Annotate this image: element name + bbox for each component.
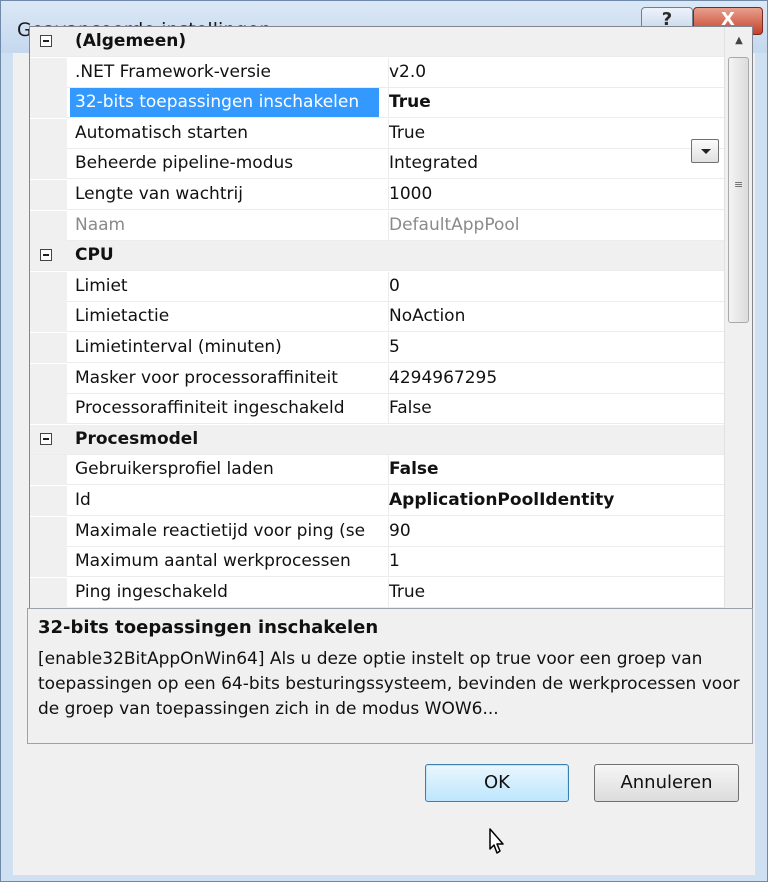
property-row[interactable]: Lengte van wachtrij 1000	[30, 180, 726, 210]
property-value[interactable]: False	[388, 455, 719, 485]
row-margin	[30, 149, 67, 180]
property-value[interactable]: 4294967295	[388, 363, 719, 393]
property-row[interactable]: Limietactie NoAction	[30, 302, 726, 333]
property-name: Limietinterval (minuten)	[75, 337, 282, 357]
property-value[interactable]: 0	[388, 271, 719, 301]
property-name: Beheerde pipeline-modus	[75, 153, 294, 174]
property-value[interactable]: True	[388, 88, 719, 118]
property-value[interactable]: Integrated	[388, 149, 719, 179]
property-row[interactable]: .NET Framework-versie v2.0	[30, 57, 726, 88]
dialog-window: Geavanceerde instellingen ? X Ping inges…	[0, 0, 768, 882]
property-row[interactable]: Maximale reactietijd voor ping (se 90	[30, 516, 726, 547]
property-grid: Ping ingeschakeld True Maximum aantal werk…	[29, 26, 753, 654]
property-row[interactable]: 32-bits toepassingen inschakelen True	[30, 88, 726, 119]
property-name: Maximum aantal werkprocessen	[75, 551, 351, 572]
ok-button[interactable]: OK	[425, 764, 569, 802]
property-value[interactable]: True	[388, 118, 719, 148]
description-title: 32-bits toepassingen inschakelen	[38, 617, 379, 638]
property-row[interactable]: Id ApplicationPoolIdentity	[30, 486, 726, 516]
property-name: Processoraffiniteit ingeschakeld	[75, 398, 345, 419]
scroll-thumb[interactable]: ≡	[728, 57, 749, 323]
description-panel: 32-bits toepassingen inschakelen [enable…	[27, 608, 753, 744]
property-name: Limiet	[75, 275, 128, 296]
row-margin	[30, 577, 67, 608]
property-row[interactable]: Limietinterval (minuten) 5	[30, 333, 726, 363]
category-label: (Algemeen)	[75, 31, 187, 51]
property-value[interactable]: 1000	[388, 180, 719, 209]
property-name: 32-bits toepassingen inschakelen	[70, 88, 379, 118]
mouse-cursor-icon	[489, 828, 504, 854]
property-value[interactable]: 90	[388, 516, 719, 546]
value-dropdown-chevron-down-icon[interactable]	[691, 139, 719, 163]
property-value[interactable]: True	[388, 577, 719, 607]
property-name: Gebruikersprofiel laden	[75, 459, 274, 480]
collapse-minus-icon[interactable]	[40, 249, 52, 262]
property-value[interactable]: v2.0	[388, 57, 719, 87]
row-margin	[30, 180, 67, 210]
row-margin	[30, 210, 67, 241]
property-row[interactable]: Naam DefaultAppPool	[30, 210, 726, 241]
category-row[interactable]: Procesmodel	[30, 424, 726, 455]
row-margin	[30, 486, 67, 516]
property-name: Automatisch starten	[75, 122, 249, 143]
property-row[interactable]: Maximum aantal werkprocessen 1	[30, 547, 726, 578]
row-margin	[30, 302, 67, 333]
collapse-minus-icon[interactable]	[40, 432, 52, 445]
property-name: Lengte van wachtrij	[75, 184, 243, 204]
property-name: .NET Framework-versie	[75, 61, 271, 82]
row-margin	[30, 516, 67, 547]
property-value[interactable]: ApplicationPoolIdentity	[388, 486, 719, 515]
category-row[interactable]: CPU	[30, 241, 726, 272]
row-margin	[30, 455, 67, 486]
property-name: Id	[75, 490, 91, 510]
property-name: Maximale reactietijd voor ping (se	[75, 520, 366, 541]
property-value[interactable]: DefaultAppPool	[388, 210, 719, 240]
description-text: [enable32BitAppOnWin64] Als u deze optie…	[38, 649, 740, 719]
property-row[interactable]: Ping ingeschakeld True	[30, 577, 726, 608]
category-label: CPU	[75, 245, 114, 266]
property-value[interactable]: NoAction	[388, 302, 719, 332]
row-margin	[30, 88, 67, 119]
property-row[interactable]: Limiet 0	[30, 271, 726, 302]
category-label: Procesmodel	[75, 428, 199, 449]
row-margin	[30, 57, 67, 88]
property-value[interactable]: 1	[388, 547, 719, 577]
property-row[interactable]: Masker voor processoraffiniteit 429496729…	[30, 363, 726, 394]
property-row[interactable]: Processoraffiniteit ingeschakeld False	[30, 394, 726, 425]
category-row[interactable]: (Algemeen)	[30, 27, 726, 57]
property-row[interactable]: Beheerde pipeline-modus Integrated	[30, 149, 726, 180]
property-row[interactable]: Automatisch starten True	[30, 118, 726, 149]
property-name: Limietactie	[75, 306, 170, 327]
property-name: Ping ingeschakeld	[75, 581, 228, 602]
property-name: Masker voor processoraffiniteit	[75, 367, 338, 388]
row-margin	[30, 271, 67, 302]
cancel-button[interactable]: Annuleren	[594, 764, 739, 802]
collapse-minus-icon[interactable]	[40, 35, 52, 47]
property-value[interactable]: False	[388, 394, 719, 424]
row-margin	[30, 333, 67, 363]
scroll-up-arrow-icon[interactable]: ▲	[728, 31, 750, 51]
scroll-grip-icon: ≡	[734, 178, 744, 191]
row-margin	[30, 394, 67, 425]
property-name: Naam	[75, 214, 126, 235]
vertical-scrollbar[interactable]: ▲ ≡ ▼	[724, 27, 752, 653]
property-row[interactable]: Gebruikersprofiel laden False	[30, 455, 726, 486]
row-margin	[30, 547, 67, 578]
property-value[interactable]: 5	[388, 333, 719, 362]
row-margin	[30, 118, 67, 149]
row-margin	[30, 363, 67, 394]
